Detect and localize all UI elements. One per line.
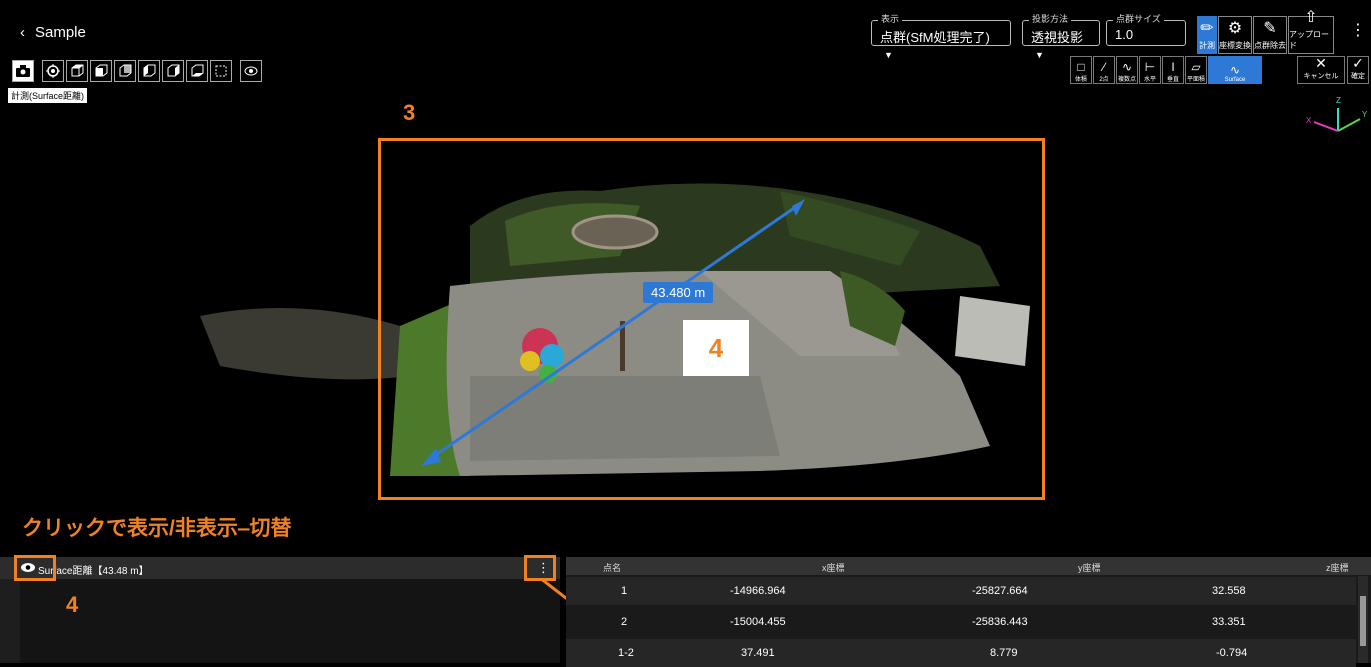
upload-tool-button[interactable]: ⇧ アップロード <box>1288 9 1334 54</box>
coordinate-tool-label: 座標変換 <box>1219 41 1251 50</box>
column-header: y座標 <box>1078 563 1101 573</box>
back-button[interactable]: ‹ Sample <box>20 24 86 41</box>
y-coordinate: 8.779 <box>990 647 1018 659</box>
table-row[interactable]: 1 -14966.964 -25827.664 32.558 <box>566 577 1356 605</box>
y-coordinate: -25836.443 <box>972 616 1028 628</box>
eraser-icon: ✎ <box>1263 20 1277 37</box>
measure-tool-label: 計測 <box>1199 41 1215 50</box>
project-title: Sample <box>35 24 86 41</box>
layer-list-area <box>20 579 560 663</box>
distance-label: 43.480 m <box>643 282 714 303</box>
z-coordinate: -0.794 <box>1216 647 1248 659</box>
column-header: z座標 <box>1326 563 1349 573</box>
x-coordinate: 37.491 <box>741 647 775 659</box>
axis-x-label: X <box>1306 116 1312 125</box>
ruler-icon: ✏ <box>1200 20 1214 37</box>
display-mode-value: 点群(SfM処理完了) <box>880 30 990 45</box>
annotation-frame <box>378 138 1045 500</box>
coordinate-icon: ⚙ <box>1227 20 1243 37</box>
eraser-tool-label: 点群除去 <box>1254 41 1286 50</box>
chevron-left-icon: ‹ <box>20 24 25 41</box>
annotation-number-4-panel: 4 <box>66 592 79 617</box>
z-coordinate: 32.558 <box>1212 585 1246 597</box>
annotation-eye-highlight <box>14 555 56 581</box>
point-size-legend: 点群サイズ <box>1113 12 1164 25</box>
projection-value: 透視投影 <box>1031 30 1084 45</box>
column-header: x座標 <box>822 563 845 573</box>
measure-tool-button[interactable]: ✏ 計測 <box>1197 16 1217 54</box>
column-header: 点名 <box>603 563 622 573</box>
scrollbar-thumb[interactable] <box>1360 596 1366 646</box>
layer-panel: Surface距離【43.48 m】 ⋮ <box>0 557 560 663</box>
more-menu-icon[interactable]: ⋮ <box>1350 20 1366 40</box>
eraser-tool-button[interactable]: ✎ 点群除去 <box>1253 16 1287 54</box>
display-mode-legend: 表示 <box>878 12 903 25</box>
table-scrollbar[interactable] <box>1358 576 1368 663</box>
projection-legend: 投影方法 <box>1029 12 1072 25</box>
point-name: 1-2 <box>618 647 634 659</box>
table-header: 点名 x座標 y座標 z座標 <box>566 557 1371 575</box>
upload-tool-label: アップロード <box>1289 30 1329 50</box>
z-coordinate: 33.351 <box>1212 616 1246 628</box>
projection-select[interactable]: 投影方法 透視投影 ▼ <box>1022 12 1100 60</box>
y-coordinate: -25827.664 <box>972 585 1028 597</box>
annotation-caption: クリックで表示/非表示‒切替 <box>22 517 292 540</box>
top-bar: ‹ Sample 表示 点群(SfM処理完了) ▼ 投影方法 透視投影 ▼ 点群… <box>0 0 1371 60</box>
table-row[interactable]: 2 -15004.455 -25836.443 33.351 <box>566 608 1356 636</box>
annotation-number-3: 3 <box>403 100 416 125</box>
display-mode-select[interactable]: 表示 点群(SfM処理完了) ▼ <box>871 12 1011 60</box>
axis-z-label: Z <box>1336 96 1341 105</box>
point-name: 1 <box>621 585 628 597</box>
point-name: 2 <box>621 616 628 628</box>
coordinate-tool-button[interactable]: ⚙ 座標変換 <box>1218 16 1252 54</box>
x-coordinate: -15004.455 <box>730 616 786 628</box>
layer-row: Surface距離【43.48 m】 ⋮ <box>0 557 560 579</box>
axis-y-label: Y <box>1362 110 1368 119</box>
point-size-value: 1.0 <box>1115 27 1134 42</box>
x-coordinate: -14966.964 <box>730 585 786 597</box>
coordinates-table: 点名 x座標 y座標 z座標 1 -14966.964 -25827.664 3… <box>566 557 1371 667</box>
annotation-number-4-center: 4 <box>683 320 749 376</box>
point-size-field[interactable]: 点群サイズ 1.0 <box>1106 12 1186 46</box>
upload-icon: ⇧ <box>1304 9 1318 26</box>
